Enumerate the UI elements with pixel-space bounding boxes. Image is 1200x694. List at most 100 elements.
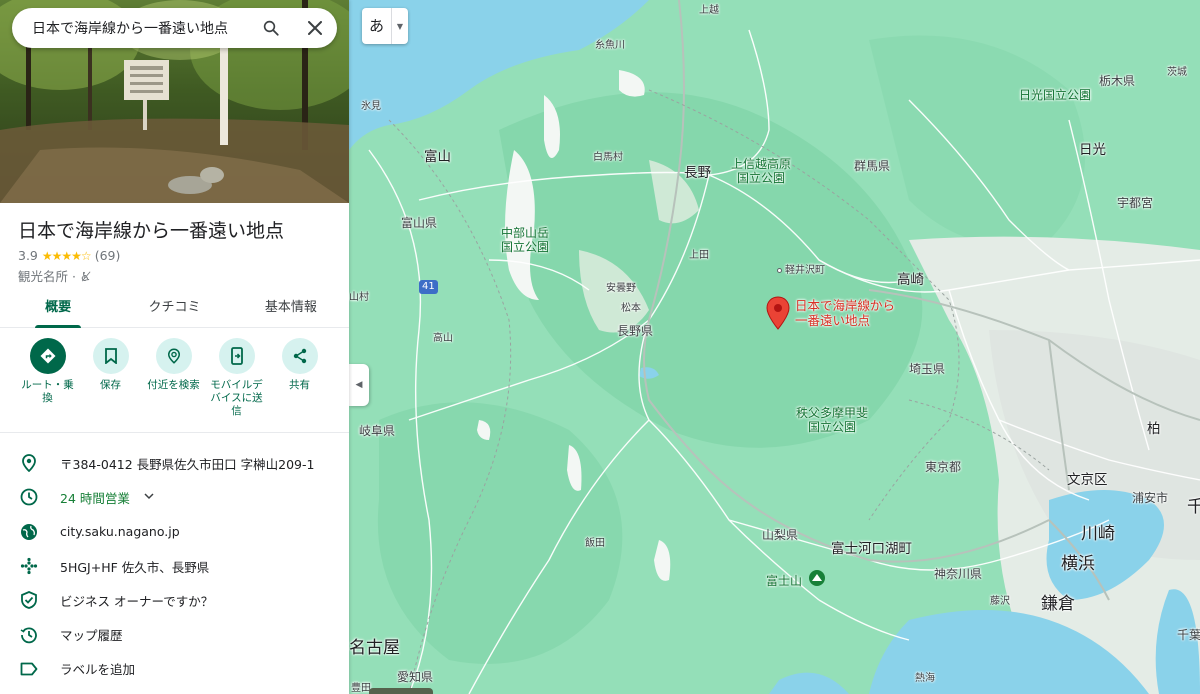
tab-about[interactable]: 基本情報 <box>233 290 349 327</box>
map-label-itoigawa: 糸魚川 <box>595 40 625 51</box>
action-bar: ルート・乗換 保存 付近を検索 モバイルデバイスに送信 共有 <box>0 338 349 430</box>
map-label-tokyo: 東京都 <box>925 460 962 474</box>
map-label-nagoya: 名古屋 <box>349 638 400 658</box>
pin-label[interactable]: 日本で海岸線から 一番遠い地点 <box>795 298 895 328</box>
map-label-fujikawaguchiko: 富士河口湖町 <box>831 541 912 557</box>
nearby-label: 付近を検索 <box>147 379 200 391</box>
map-label-nagano: 長野 <box>684 165 711 181</box>
map-label-nikko: 日光 <box>1079 142 1106 158</box>
map-label-kashiwa: 柏 <box>1147 421 1161 437</box>
share-label: 共有 <box>289 379 310 391</box>
input-language-button[interactable]: あ ▼ <box>362 8 408 44</box>
place-title: 日本で海岸線から一番遠い地点 <box>18 220 285 242</box>
place-category: 観光名所 · ♿̸ <box>18 269 92 284</box>
language-char: あ <box>362 8 392 44</box>
divider <box>0 432 349 433</box>
nearby-button[interactable]: 付近を検索 <box>142 338 205 430</box>
map-label-tochigi: 栃木県 <box>1099 74 1136 88</box>
map-label-bunkyo: 文京区 <box>1067 472 1108 488</box>
map-label-toyama-pref: 富山県 <box>401 216 438 230</box>
map-label-gunma: 群馬県 <box>854 159 891 173</box>
nearby-icon <box>155 338 192 374</box>
rating-row[interactable]: 3.9 ★★★★☆ (69) <box>18 248 120 263</box>
search-input[interactable]: 日本で海岸線から一番遠い地点 <box>32 18 249 38</box>
map-label-yamanashi: 山梨県 <box>762 528 799 542</box>
place-tabs: 概要 クチコミ 基本情報 <box>0 290 349 328</box>
place-pin-icon[interactable] <box>766 296 790 330</box>
map-label-azumino: 安曇野 <box>606 283 636 294</box>
website-link[interactable]: city.saku.nagano.jp <box>60 524 180 539</box>
layers-thumbnail[interactable] <box>369 688 433 694</box>
share-icon <box>281 338 318 374</box>
directions-button[interactable]: ルート・乗換 <box>16 338 79 430</box>
map-canvas[interactable]: 上越 糸魚川 氷見 富山 富山県 白馬村 長野 上信越高原 国立公園 群馬県 栃木… <box>349 0 1200 694</box>
address-text: 〒384-0412 長野県佐久市田口 字榊山209-1 <box>60 456 315 472</box>
send-to-phone-label: モバイルデバイスに送信 <box>210 379 263 417</box>
map-label-chiba: 千 <box>1187 497 1200 517</box>
owner-row[interactable]: ビジネス オーナーですか？ <box>0 583 349 617</box>
review-count[interactable]: (69) <box>95 248 121 263</box>
map-label-himi: 氷見 <box>361 101 381 112</box>
chevron-down-icon: ▼ <box>396 21 404 31</box>
save-label: 保存 <box>100 379 121 391</box>
history-icon <box>18 624 40 646</box>
hours-row[interactable]: 24 時間営業 <box>0 480 349 514</box>
map-label-urayasu: 浦安市 <box>1132 491 1169 505</box>
add-label-text: ラベルを追加 <box>60 662 136 678</box>
map-label-ibaraki: 茨城 <box>1167 67 1187 78</box>
shield-icon <box>18 589 40 611</box>
plus-code-icon <box>18 555 40 577</box>
share-button[interactable]: 共有 <box>268 338 331 430</box>
place-panel: 日本で海岸線から一番遠い地点 日本で海岸線から一番遠い地点 3.9 ★★★★☆ … <box>0 0 349 694</box>
save-button[interactable]: 保存 <box>79 338 142 430</box>
map-label-matsumoto: 松本 <box>621 303 641 314</box>
label-icon <box>18 658 40 680</box>
location-pin-icon <box>18 452 40 474</box>
owner-text: ビジネス オーナーですか？ <box>60 593 214 609</box>
map-label-hakuba: 白馬村 <box>593 152 623 163</box>
map-label-kamioka: 山村 <box>349 292 369 303</box>
map-label-toyota: 豊田 <box>351 683 371 694</box>
history-text: マップ履歴 <box>60 628 123 644</box>
map-route-41-shield: 41 <box>419 280 438 294</box>
map-label-nagano-pref: 長野県 <box>617 324 654 338</box>
send-to-phone-button[interactable]: モバイルデバイスに送信 <box>205 338 268 430</box>
pluscode-text: 5HGJ+HF 佐久市、長野県 <box>60 559 210 575</box>
website-row[interactable]: city.saku.nagano.jp <box>0 515 349 549</box>
map-label-kanagawa: 神奈川県 <box>934 567 983 581</box>
map-label-joetsu: 上越 <box>699 5 719 16</box>
info-list: 〒384-0412 長野県佐久市田口 字榊山209-1 24 時間営業 city… <box>0 446 349 686</box>
directions-label: ルート・乗換 <box>21 379 74 404</box>
map-label-chubu: 中部山岳 国立公園 <box>501 226 550 254</box>
map-label-takasaki: 高崎 <box>897 272 924 288</box>
pluscode-row[interactable]: 5HGJ+HF 佐久市、長野県 <box>0 549 349 583</box>
map-label-chichibu: 秩父多摩甲斐 国立公園 <box>796 406 869 434</box>
map-label-chiba-pref: 千葉 <box>1177 628 1200 642</box>
bookmark-icon <box>92 338 129 374</box>
search-icon[interactable] <box>249 8 293 48</box>
map-label-toyama: 富山 <box>424 149 451 165</box>
chevron-down-icon[interactable] <box>144 492 154 503</box>
address-row[interactable]: 〒384-0412 長野県佐久市田口 字榊山209-1 <box>0 446 349 480</box>
label-row[interactable]: ラベルを追加 <box>0 652 349 686</box>
place-photo[interactable]: 日本で海岸線から一番遠い地点 <box>0 0 349 203</box>
star-rating-icon: ★★★★☆ <box>41 248 92 263</box>
collapse-panel-button[interactable]: ◀ <box>349 364 369 406</box>
map-label-takayama: 高山 <box>433 333 453 344</box>
close-icon[interactable] <box>293 8 337 48</box>
map-label-aichi: 愛知県 <box>397 670 434 684</box>
tab-reviews[interactable]: クチコミ <box>116 290 232 327</box>
map-label-yokohama: 横浜 <box>1061 554 1095 574</box>
hours-text: 24 時間営業 <box>60 490 130 506</box>
chevron-left-icon: ◀ <box>355 380 363 390</box>
history-row[interactable]: マップ履歴 <box>0 617 349 651</box>
map-label-nikko-park: 日光国立公園 <box>1019 88 1092 102</box>
map-label-kawasaki: 川崎 <box>1081 524 1115 544</box>
map-label-joshinetsu: 上信越高原 国立公園 <box>731 157 792 185</box>
map-terrain <box>349 0 1200 694</box>
map-label-karuizawa: 軽井沢町 <box>777 264 825 278</box>
map-label-ueda: 上田 <box>689 250 709 261</box>
directions-icon <box>29 338 66 374</box>
search-box[interactable]: 日本で海岸線から一番遠い地点 <box>12 8 337 48</box>
tab-overview[interactable]: 概要 <box>0 290 116 327</box>
